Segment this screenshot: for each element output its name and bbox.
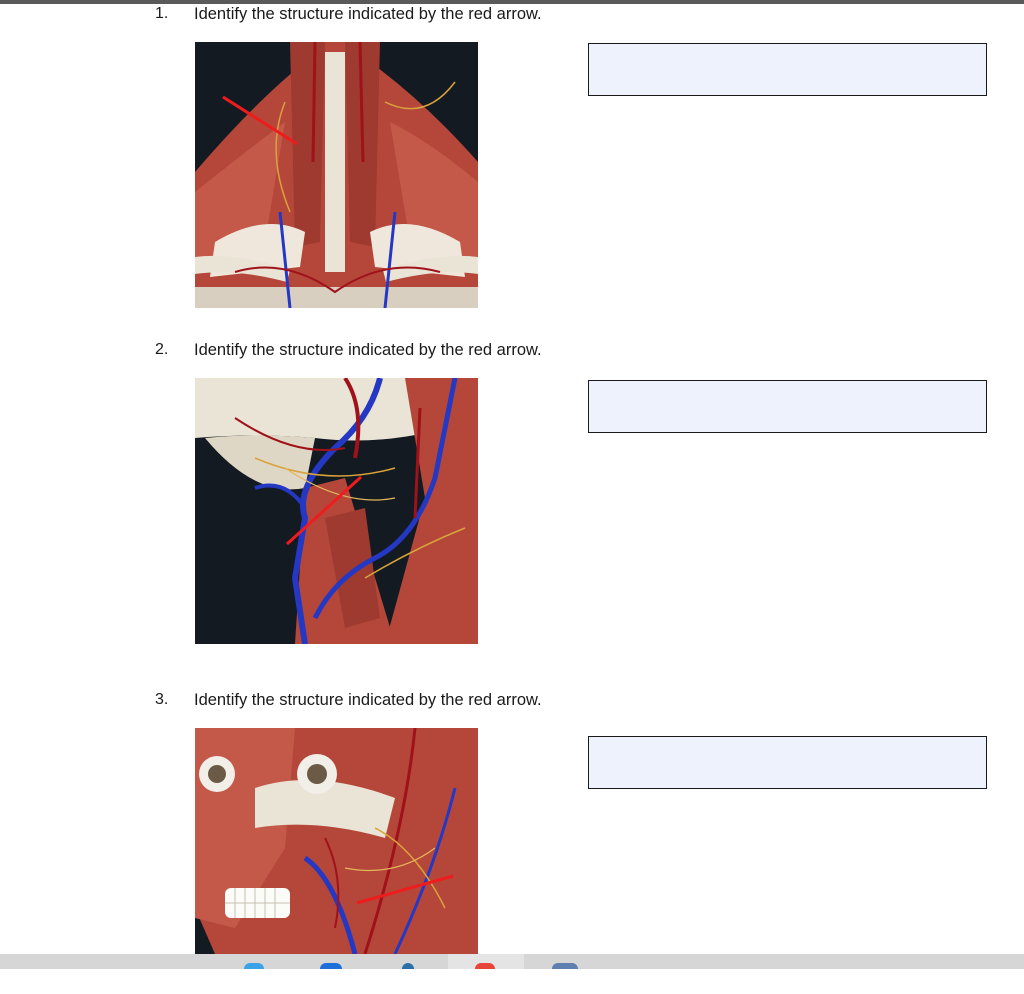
app-icon-blue[interactable] xyxy=(320,963,342,969)
question-1-anatomy-image xyxy=(195,42,478,308)
app-icon-red[interactable] xyxy=(475,963,495,969)
question-2-text: Identify the structure indicated by the … xyxy=(194,341,542,359)
question-3-text: Identify the structure indicated by the … xyxy=(194,691,542,709)
question-2-number: 2. xyxy=(155,341,169,358)
question-1-number: 1. xyxy=(155,5,169,22)
question-1-answer-field[interactable] xyxy=(588,43,987,96)
question-2-answer-field[interactable] xyxy=(588,380,987,433)
edge-icon[interactable] xyxy=(244,963,264,969)
app-icon-store[interactable] xyxy=(552,963,578,969)
question-2-anatomy-image xyxy=(195,378,478,644)
question-1-text: Identify the structure indicated by the … xyxy=(194,5,542,23)
window-top-border xyxy=(0,0,1024,4)
question-3-answer-field[interactable] xyxy=(588,736,987,789)
taskbar xyxy=(0,954,1024,969)
question-3-number: 3. xyxy=(155,691,169,708)
chrome-icon[interactable] xyxy=(402,963,414,969)
